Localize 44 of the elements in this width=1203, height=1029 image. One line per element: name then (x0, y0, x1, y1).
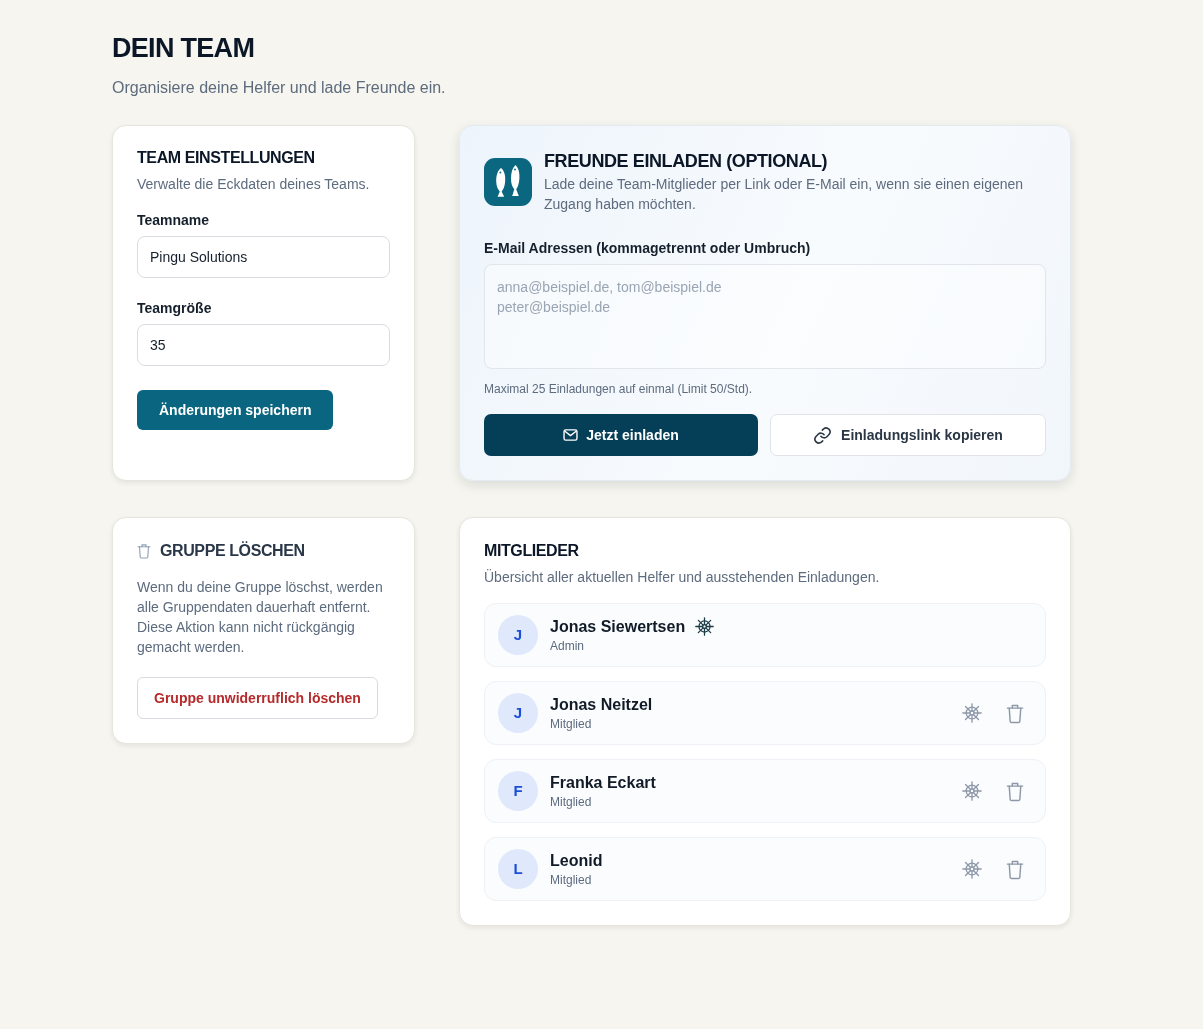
input-field[interactable]: Pingu Solutions (137, 236, 390, 278)
field-label: Teamname (137, 211, 211, 229)
member-name: Franka Eckart (550, 772, 656, 793)
member-role: Mitglied (550, 872, 593, 888)
card-title: GRUPPE LÖSCHEN (160, 541, 305, 561)
member-name: Leonid (550, 850, 603, 871)
member-name: Jonas Siewertsen (550, 616, 686, 637)
page-subtitle: Organisiere deine Helfer und lade Freunde ein. (112, 78, 447, 98)
mail-icon (563, 429, 579, 441)
member-role: Mitglied (550, 794, 593, 810)
ship-wheel-icon[interactable] (962, 703, 982, 723)
card-title: TEAM EINSTELLUNGEN (137, 148, 316, 168)
link-icon (813, 425, 833, 445)
card-title: MITGLIEDER (484, 541, 580, 561)
member-role: Admin (550, 638, 585, 654)
card-subtitle: Übersicht aller aktuellen Helfer und ausstehenden Einladungen. (484, 568, 881, 586)
member-name: Jonas Neitzel (550, 694, 653, 715)
trash-icon[interactable] (1006, 702, 1024, 724)
avatar: F (498, 771, 538, 811)
fish-icon (484, 158, 532, 206)
avatar: L (498, 849, 538, 889)
avatar: J (498, 615, 538, 655)
invite-button[interactable]: Jetzt einladen (484, 414, 758, 456)
page-title: DEIN TEAM (112, 32, 256, 65)
copy-link-button[interactable]: Einladungslink kopieren (770, 414, 1046, 456)
avatar: J (498, 693, 538, 733)
member-role: Mitglied (550, 716, 593, 732)
save-button[interactable]: Änderungen speichern (137, 390, 334, 430)
warning-text: Wenn du deine Gruppe löschst, werden alle Gruppendaten dauerhaft entfernt. Diese Aktion kann nicht rückgängig gemacht werden. (137, 578, 384, 657)
input-field[interactable]: 35 (137, 324, 390, 366)
card-subtitle: Verwalte die Eckdaten deines Teams. (137, 175, 371, 193)
card-title: FREUNDE EINLADEN (OPTIONAL) (544, 150, 829, 172)
hint-text: Maximal 25 Einladungen auf einmal (Limit 50/Std). (484, 381, 754, 397)
field-label: E-Mail Adressen (kommagetrennt oder Umbruch) (484, 239, 812, 257)
delete-group-button[interactable]: Gruppe unwiderruflich löschen (137, 677, 378, 719)
ship-wheel-icon[interactable] (962, 781, 982, 801)
trash-icon[interactable] (1006, 780, 1024, 802)
trash-icon (137, 543, 151, 559)
card-description: Lade deine Team-Mitglieder per Link oder E-Mail ein, wenn sie einen eigenen Zugang haben möchten. (544, 175, 1025, 214)
ship-wheel-icon[interactable] (962, 859, 982, 879)
field-label: Teamgröße (137, 299, 213, 317)
email-textarea[interactable]: anna@beispiel.de, tom@beispiel.de peter@beispiel.de (484, 264, 1046, 369)
trash-icon[interactable] (1006, 858, 1024, 880)
ship-wheel-icon (695, 617, 715, 636)
